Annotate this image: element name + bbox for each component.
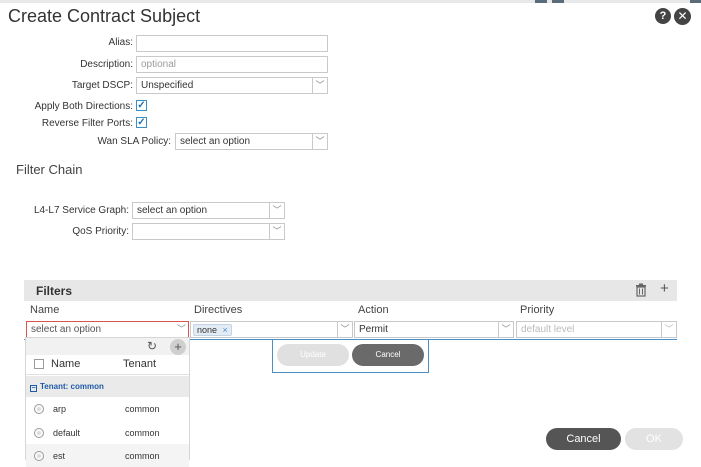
- reverse-filter-label: Reverse Filter Ports:: [41, 118, 133, 129]
- reverse-filter-checkbox[interactable]: ✓: [136, 117, 147, 128]
- column-header-action: Action: [358, 304, 389, 316]
- top-strip-mark: [690, 0, 701, 3]
- wan-sla-value: select an option: [180, 136, 251, 147]
- action-value: Permit: [359, 324, 388, 335]
- list-item[interactable]: [26, 398, 189, 421]
- radio-button[interactable]: [34, 428, 44, 438]
- alias-label: Alias:: [108, 37, 133, 48]
- select-all-checkbox[interactable]: [34, 359, 44, 369]
- collapse-icon[interactable]: −: [30, 385, 37, 392]
- description-label: Description:: [80, 59, 133, 70]
- filter-chain-heading: Filter Chain: [16, 162, 83, 177]
- wan-sla-label: Wan SLA Policy:: [97, 136, 171, 147]
- qos-label: QoS Priority:: [72, 226, 129, 237]
- chevron-down-icon: ﹀: [661, 322, 676, 337]
- help-icon[interactable]: ?: [655, 8, 671, 24]
- refresh-icon[interactable]: ↻: [147, 339, 157, 353]
- chevron-down-icon: ﹀: [269, 203, 284, 218]
- priority-placeholder: default level: [521, 324, 575, 335]
- target-dscp-label: Target DSCP:: [71, 80, 133, 91]
- cancel-button[interactable]: Cancel: [546, 428, 621, 450]
- directive-chip[interactable]: none ×: [193, 324, 232, 336]
- item-name: default: [53, 428, 81, 438]
- filter-name-placeholder: select an option: [31, 324, 102, 335]
- item-name: arp: [53, 404, 67, 414]
- chevron-down-icon: ﹀: [312, 78, 327, 93]
- filters-heading: Filters: [36, 284, 73, 298]
- top-strip: [0, 0, 701, 3]
- close-icon[interactable]: ✕: [674, 8, 691, 25]
- item-tenant: common: [125, 404, 160, 414]
- dropdown-col-name: Name: [51, 358, 81, 370]
- update-button[interactable]: Update: [277, 344, 349, 366]
- top-strip-mark: [535, 0, 547, 3]
- group-label-text: Tenant: common: [40, 382, 104, 391]
- filters-header-bar: [24, 280, 677, 301]
- apply-both-checkbox[interactable]: ✓: [136, 100, 147, 111]
- wan-sla-select[interactable]: select an option ﹀: [175, 133, 328, 150]
- l4l7-label: L4-L7 Service Graph:: [33, 205, 129, 216]
- top-strip-mark: [552, 0, 564, 3]
- dialog-title: Create Contract Subject: [8, 6, 201, 26]
- description-input[interactable]: optional: [136, 56, 328, 73]
- radio-button[interactable]: [34, 404, 44, 414]
- trash-icon[interactable]: [634, 283, 648, 297]
- qos-select[interactable]: ﹀: [132, 223, 285, 240]
- dropdown-col-tenant: Tenant: [123, 358, 157, 370]
- target-dscp-select[interactable]: Unspecified ﹀: [136, 77, 328, 94]
- filter-name-select[interactable]: select an option ﹀: [26, 321, 189, 338]
- item-tenant: common: [125, 428, 160, 438]
- apply-both-label: Apply Both Directions:: [34, 101, 133, 112]
- group-label[interactable]: − Tenant: common: [30, 382, 104, 392]
- column-header-priority: Priority: [520, 304, 555, 316]
- chevron-down-icon: ﹀: [312, 134, 327, 149]
- chevron-down-icon: ﹀: [337, 322, 352, 337]
- list-item[interactable]: [26, 421, 189, 444]
- column-header-name: Name: [30, 304, 60, 316]
- target-dscp-value: Unspecified: [141, 80, 194, 91]
- add-filter-icon[interactable]: +: [660, 281, 669, 296]
- directive-chip-label: none: [197, 325, 218, 335]
- row-cancel-button[interactable]: Cancel: [352, 344, 424, 366]
- action-select[interactable]: Permit ﹀: [354, 321, 514, 338]
- alias-input[interactable]: [136, 35, 328, 52]
- l4l7-value: select an option: [137, 205, 208, 216]
- column-header-directives: Directives: [194, 304, 243, 316]
- add-icon[interactable]: +: [170, 339, 186, 355]
- chevron-down-icon: ﹀: [498, 322, 513, 337]
- l4l7-select[interactable]: select an option ﹀: [132, 202, 285, 219]
- list-item[interactable]: [26, 444, 189, 467]
- ok-button[interactable]: OK: [625, 428, 683, 450]
- chevron-down-icon: ﹀: [269, 224, 284, 239]
- dropdown-toolbar: [26, 338, 189, 355]
- priority-select[interactable]: default level ﹀: [516, 321, 677, 338]
- chip-remove-icon[interactable]: ×: [223, 325, 228, 335]
- chevron-down-icon: ﹀: [176, 324, 186, 334]
